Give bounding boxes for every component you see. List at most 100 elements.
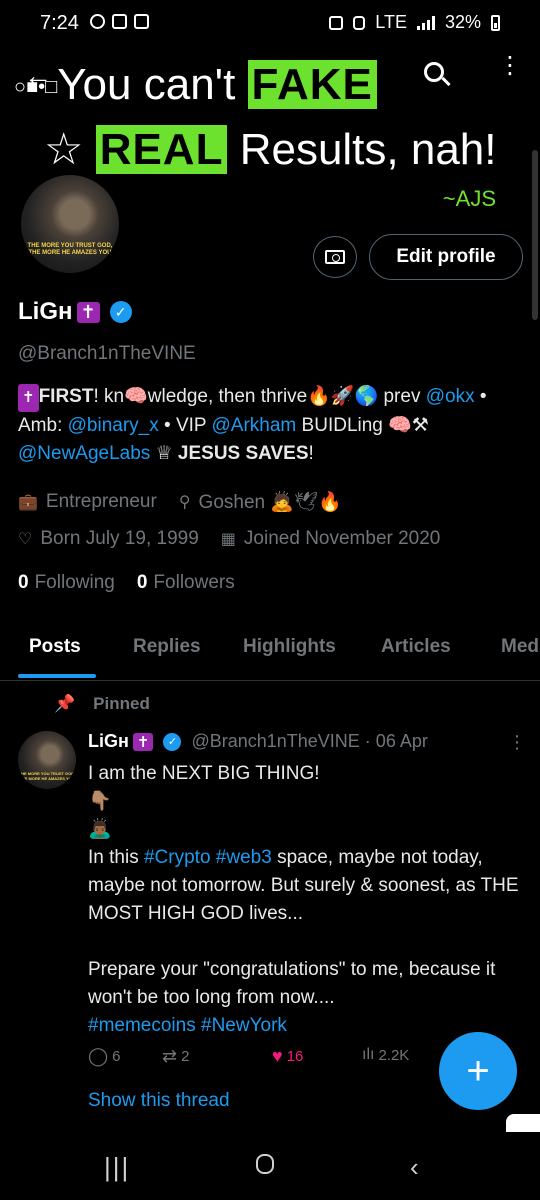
tweet-verified-icon: ✓ <box>163 732 182 751</box>
tweet-emoji-2: 🙇🏾‍♂️ <box>88 819 112 840</box>
tweet-body[interactable]: I am the NEXT BIG THING! 👇🏽 🙇🏾‍♂️ In thi… <box>88 760 528 1040</box>
tweet-author-name[interactable]: LiGн <box>88 731 129 752</box>
profile-name: LiGн ✝ ✓ <box>18 298 132 326</box>
more-options-icon[interactable]: ⋮ <box>498 54 522 78</box>
bio-jesus-saves: JESUS SAVES <box>177 443 309 464</box>
repost-button[interactable]: ⇄ 2 <box>162 1046 189 1067</box>
bio-text-2: ! kn🧠wledge, then thrive🔥🚀🌎 prev <box>93 386 426 407</box>
recent-apps-icon[interactable]: ||| <box>104 1152 130 1183</box>
tweet-avatar[interactable]: THE MORE YOU TRUST GOD, THE MORE HE AMAZ… <box>18 731 76 789</box>
tweet-header: LiGн ✝ ✓ @Branch1nTheVINE · 06 Apr <box>88 731 428 752</box>
following-count: 0 <box>18 572 29 593</box>
pinned-label-row: 📌 Pinned <box>54 694 150 714</box>
star-icon: ☆ <box>44 125 84 174</box>
gallery-icon <box>134 14 149 29</box>
bio-text-6: ♕ <box>150 443 178 464</box>
bio-link-okx[interactable]: @okx <box>426 386 475 407</box>
professional-tools-button[interactable] <box>313 236 357 278</box>
status-bar: 7:24 LTE 32% <box>0 0 540 44</box>
like-button[interactable]: ♥ 16 <box>272 1046 303 1067</box>
back-arrow-icon[interactable]: ← <box>24 60 52 92</box>
banner-author: ~AJS <box>442 186 496 211</box>
tweet-p2-a: In this <box>88 847 144 868</box>
hashtag-web3[interactable]: #web3 <box>216 847 272 868</box>
location-pin-icon: ⚲ <box>178 494 191 511</box>
tweet-line-1: I am the NEXT BIG THING! <box>88 763 320 784</box>
show-thread-link[interactable]: Show this thread <box>88 1090 230 1112</box>
followers-link[interactable]: 0 Followers <box>137 572 235 594</box>
profile-meta-row-1: 💼 Entrepreneur ⚲ Goshen 🙇🕊🔥 <box>18 490 342 514</box>
back-nav-icon[interactable]: ‹ <box>410 1152 419 1183</box>
repost-icon: ⇄ <box>162 1046 178 1066</box>
tab-replies[interactable]: Replies <box>133 636 201 658</box>
instagram-icon <box>90 14 105 29</box>
bio-text-4: • VIP <box>158 415 212 436</box>
banner-line-2: ☆ REAL Results, nah! <box>44 124 497 175</box>
views-count: 2.2K <box>378 1046 410 1064</box>
pin-icon: 📌 <box>54 694 76 713</box>
avatar-caption: THE MORE YOU TRUST GOD, THE MORE HE AMAZ… <box>27 243 113 256</box>
hashtag-memecoins[interactable]: #memecoins <box>88 1015 196 1036</box>
active-tab-indicator <box>18 674 96 678</box>
profile-bio: ✝ FIRST! kn🧠wledge, then thrive🔥🚀🌎 prev @… <box>18 383 528 468</box>
pinned-label: Pinned <box>93 694 150 713</box>
follow-stats: 0 Following 0 Followers <box>18 572 235 594</box>
banner-text-1: You can't <box>57 60 248 109</box>
tab-media[interactable]: Med <box>501 636 539 658</box>
check-box-icon <box>112 14 127 29</box>
joined-date: Joined November 2020 <box>243 528 441 549</box>
reply-count: 6 <box>112 1048 121 1065</box>
battery-icon <box>491 14 500 31</box>
banner-highlight-real: REAL <box>95 125 228 174</box>
like-count: 16 <box>286 1048 304 1065</box>
bio-link-binary-x[interactable]: @binary_x <box>68 415 159 436</box>
following-label: Following <box>34 572 115 593</box>
followers-label: Followers <box>153 572 235 593</box>
tweet-more-icon[interactable]: ⋮ <box>508 732 526 753</box>
hashtag-crypto[interactable]: #Crypto <box>144 847 211 868</box>
edit-profile-button[interactable]: Edit profile <box>369 234 523 280</box>
tab-posts[interactable]: Posts <box>29 636 81 658</box>
corner-upload-badge[interactable] <box>506 1114 540 1132</box>
lock-icon <box>353 15 366 30</box>
calendar-icon: ▦ <box>220 531 236 548</box>
following-link[interactable]: 0 Following <box>18 572 115 594</box>
reply-button[interactable]: ◯ 6 <box>88 1046 121 1067</box>
bio-text-7: ! <box>308 443 314 464</box>
banner-line-1: ○■•□You can't FAKE <box>14 60 377 110</box>
money-icon <box>325 250 345 264</box>
compose-post-button[interactable]: + <box>439 1032 517 1110</box>
home-icon[interactable] <box>256 1154 274 1174</box>
bio-text-5: BUIDLing 🧠⚒ <box>296 415 429 436</box>
views-button[interactable]: ılı 2.2K <box>362 1046 409 1064</box>
scrollbar[interactable] <box>532 150 538 320</box>
hashtag-newyork[interactable]: #NewYork <box>201 1015 287 1036</box>
cross-emoji-badge: ✝ <box>76 301 100 323</box>
tab-highlights[interactable]: Highlights <box>243 636 336 658</box>
tweet-p3: Prepare your "congratulations" to me, be… <box>88 959 501 1008</box>
banner-text-2: Results, nah! <box>227 125 497 174</box>
heart-icon: ♥ <box>272 1046 283 1066</box>
bio-first: FIRST <box>38 386 94 407</box>
verified-badge-icon[interactable]: ✓ <box>109 301 132 323</box>
bio-link-arkham[interactable]: @Arkham <box>212 415 297 436</box>
reply-icon: ◯ <box>88 1046 109 1066</box>
balloon-icon: ♡ <box>18 531 33 548</box>
profession: Entrepreneur <box>45 491 157 512</box>
profile-tabs: Posts Replies Highlights Articles Med <box>0 622 540 681</box>
network-label: LTE <box>375 12 407 32</box>
bio-link-newagelabs[interactable]: @NewAgeLabs <box>18 443 150 464</box>
status-right: LTE 32% <box>329 12 500 33</box>
tweet-handle-date[interactable]: @Branch1nTheVINE · 06 Apr <box>191 731 427 752</box>
profile-meta-row-2: ♡ Born July 19, 1999 ▦ Joined November 202… <box>18 528 440 550</box>
plus-icon: + <box>466 1048 490 1093</box>
tweet-emoji-1: 👇🏽 <box>88 791 112 812</box>
profile-avatar[interactable]: THE MORE YOU TRUST GOD, THE MORE HE AMAZ… <box>18 172 122 276</box>
signal-icon <box>416 15 435 30</box>
battery-percent: 32% <box>444 12 481 32</box>
banner-highlight-fake: FAKE <box>247 60 377 109</box>
display-name: LiGн <box>18 298 73 325</box>
tab-articles[interactable]: Articles <box>381 636 451 658</box>
followers-count: 0 <box>136 572 148 593</box>
repost-count: 2 <box>181 1048 190 1065</box>
